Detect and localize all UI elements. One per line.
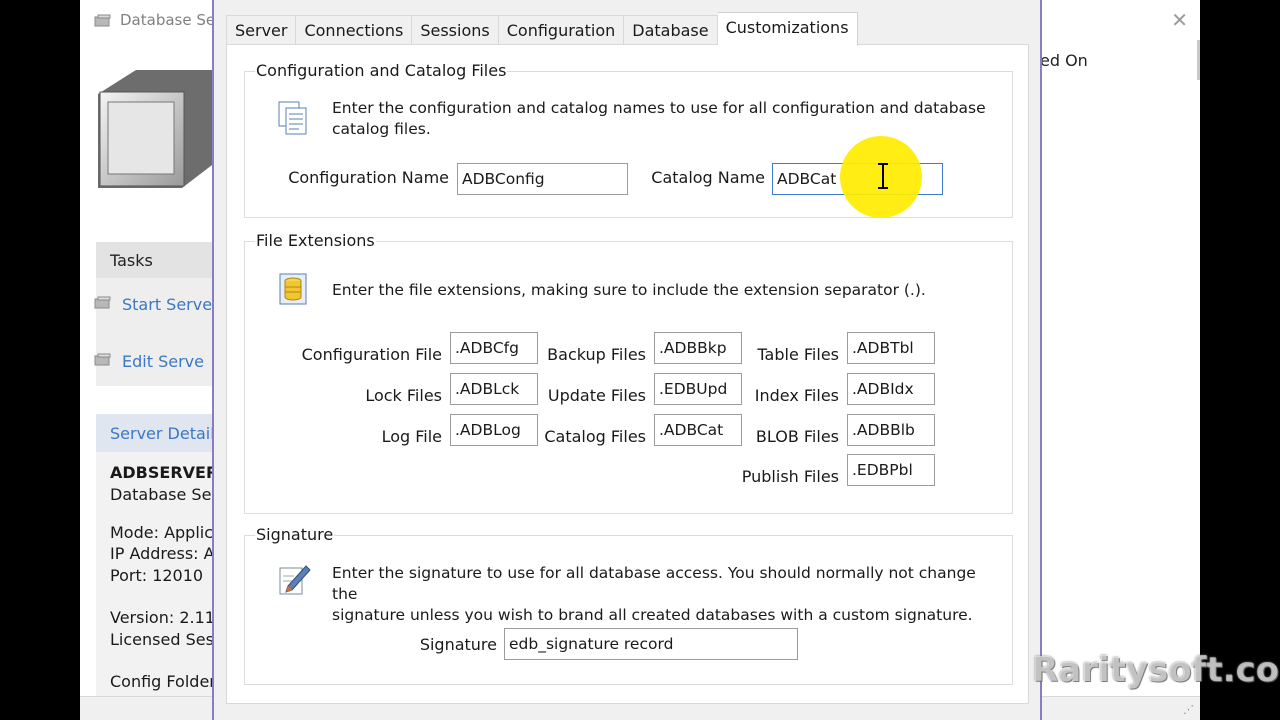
configuration-file-label: Configuration File	[301, 345, 442, 364]
table-files-label: Table Files	[757, 345, 839, 364]
column-header-partial: ed On	[1040, 51, 1088, 70]
tab-customizations[interactable]: Customizations	[717, 12, 858, 46]
catalog-name-label: Catalog Name	[651, 168, 765, 187]
catalog-files-label: Catalog Files	[544, 427, 646, 446]
tasks-header-bar: Tasks	[96, 242, 216, 278]
server-monitor-icon	[98, 70, 216, 188]
tab-server[interactable]: Server	[226, 15, 297, 46]
start-server-link[interactable]: Start Serve	[122, 295, 212, 314]
signature-input[interactable]	[504, 628, 798, 660]
table-files-input[interactable]	[847, 332, 935, 364]
publish-files-label: Publish Files	[741, 467, 839, 486]
update-files-label: Update Files	[547, 386, 646, 405]
tab-database[interactable]: Database	[624, 15, 718, 46]
lock-files-label: Lock Files	[365, 386, 442, 405]
server-details-header[interactable]: Server Details	[110, 424, 223, 443]
file-extensions-group-title: File Extensions	[255, 231, 376, 250]
signature-group-title: Signature	[255, 525, 335, 544]
background-window-title: Database Se	[120, 11, 216, 29]
server-app-icon	[94, 14, 111, 27]
server-port: Port: 12010	[110, 566, 204, 585]
configuration-name-label: Configuration Name	[288, 168, 449, 187]
ibeam-cursor-icon	[878, 163, 888, 189]
watermark: Raritysoft.com	[1032, 650, 1280, 690]
resize-grip-icon[interactable]: ⋰	[1183, 703, 1194, 716]
server-properties-dialog: Server Connections Sessions Configuratio…	[212, 0, 1042, 720]
index-files-label: Index Files	[754, 386, 839, 405]
index-files-input[interactable]	[847, 373, 935, 405]
signature-description-line2: signature unless you wish to brand all c…	[332, 606, 973, 624]
tab-strip: Server Connections Sessions Configuratio…	[226, 12, 858, 46]
documents-icon	[278, 101, 307, 135]
file-extensions-group: File Extensions Enter the file extension…	[244, 231, 1013, 514]
blob-files-label: BLOB Files	[755, 427, 839, 446]
blob-files-input[interactable]	[847, 414, 935, 446]
server-mode: Mode: Applic	[110, 523, 214, 542]
tab-sessions[interactable]: Sessions	[412, 15, 499, 46]
config-catalog-description-line2: catalog files.	[332, 120, 431, 138]
pen-paper-icon	[279, 565, 311, 595]
customizations-page: Configuration and Catalog Files Enter th…	[226, 44, 1029, 704]
file-extensions-description: Enter the file extensions, making sure t…	[332, 281, 926, 299]
tab-configuration[interactable]: Configuration	[498, 15, 625, 46]
log-file-label: Log File	[381, 427, 442, 446]
licensed-sessions: Licensed Sess	[110, 630, 223, 649]
database-cylinder-icon	[279, 273, 307, 305]
config-catalog-description: Enter the configuration and catalog name…	[332, 98, 1002, 140]
publish-files-input[interactable]	[847, 454, 935, 486]
server-details-header-bar: Server Details	[96, 414, 223, 452]
signature-description-line1: Enter the signature to use for all datab…	[332, 564, 976, 603]
config-catalog-description-line1: Enter the configuration and catalog name…	[332, 99, 986, 117]
config-folder: Config Folder	[110, 672, 216, 691]
edit-server-link[interactable]: Edit Serve	[122, 352, 204, 371]
server-ip: IP Address: Al	[110, 544, 220, 563]
scrollbar[interactable]	[1197, 40, 1200, 80]
server-name: ADBSERVER	[110, 463, 219, 482]
backup-files-label: Backup Files	[547, 345, 646, 364]
config-catalog-group-title: Configuration and Catalog Files	[255, 61, 508, 80]
server-type: Database Serv	[110, 485, 228, 504]
tasks-header: Tasks	[110, 251, 153, 270]
close-icon[interactable]: ✕	[1171, 8, 1188, 32]
edit-server-icon	[94, 353, 111, 366]
signature-description: Enter the signature to use for all datab…	[332, 563, 1002, 626]
signature-group: Signature Enter the signature to use for…	[244, 525, 1013, 685]
signature-label: Signature	[419, 635, 497, 654]
tab-connections[interactable]: Connections	[296, 15, 413, 46]
start-server-icon	[94, 296, 111, 309]
configuration-name-input[interactable]	[457, 163, 628, 195]
